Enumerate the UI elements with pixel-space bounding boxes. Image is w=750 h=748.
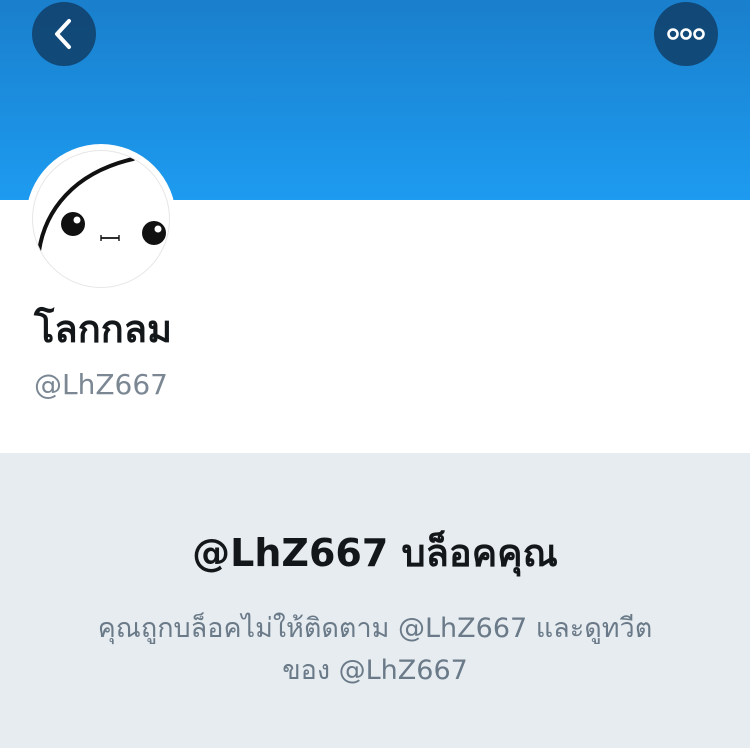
profile-page: โลกกลม @LhZ667 @LhZ667 บล็อคคุณ คุณถูกบล… [0, 0, 750, 748]
handle: @LhZ667 [34, 368, 168, 401]
back-button[interactable] [32, 2, 96, 66]
more-options-button[interactable] [654, 2, 718, 66]
blocked-notice: @LhZ667 บล็อคคุณ คุณถูกบล็อคไม่ให้ติดตาม… [0, 453, 750, 748]
blocked-message: คุณถูกบล็อคไม่ให้ติดตาม @LhZ667 และดูทวี… [97, 613, 653, 686]
cute-face-avatar [37, 157, 166, 253]
avatar-image [32, 150, 170, 288]
ellipsis-horizontal-icon [667, 28, 705, 40]
avatar[interactable] [26, 144, 176, 294]
display-name: โลกกลม [34, 307, 173, 351]
blocked-title: @LhZ667 บล็อคคุณ [192, 531, 558, 575]
chevron-left-icon [55, 19, 71, 49]
